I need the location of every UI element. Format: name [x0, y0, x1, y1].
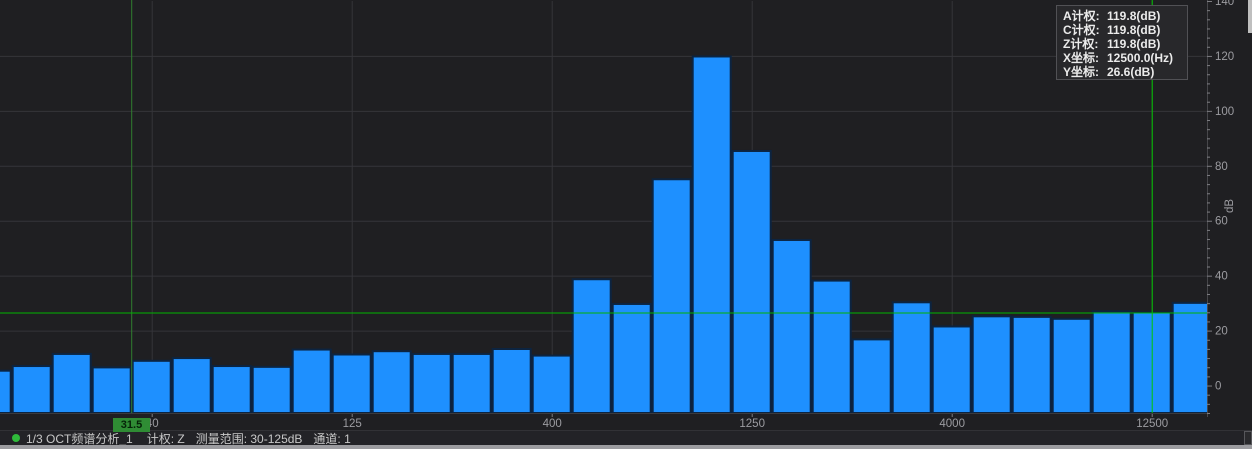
bar-800hz[interactable]	[653, 179, 691, 413]
bar-25hz[interactable]	[53, 354, 91, 413]
tooltip-row-x-coordinate: X坐标: 12500.0(Hz)	[1063, 51, 1187, 65]
tooltip-label: Y坐标:	[1063, 65, 1107, 79]
tooltip-row-z-weight: Z计权: 119.8(dB)	[1063, 37, 1187, 51]
bar-4000hz[interactable]	[933, 326, 971, 413]
tooltip-label: C计权:	[1063, 23, 1107, 37]
svg-text:80: 80	[1215, 161, 1228, 173]
bar-100hz[interactable]	[293, 350, 331, 413]
status-indicator-dot	[12, 434, 20, 442]
octave-spectrum-analyzer-window: 0 20 40 60 80 100 120 140 dB40 125 400 1250 4000 1250…	[0, 0, 1252, 449]
x-tick-label-400: 400	[543, 418, 562, 430]
cursor-readout-tooltip: A计权: 119.8(dB) C计权: 119.8(dB) Z计权: 119.8…	[1056, 5, 1188, 80]
bar-2000hz[interactable]	[813, 281, 851, 413]
bar-200hz[interactable]	[413, 354, 451, 413]
bar-250hz[interactable]	[453, 354, 491, 413]
bar-160hz[interactable]	[373, 351, 411, 413]
bar-6300hz[interactable]	[1013, 317, 1051, 413]
tooltip-row-c-weight: C计权: 119.8(dB)	[1063, 23, 1187, 37]
x-axis: 401254001250400012500	[146, 414, 1168, 430]
bar-500hz[interactable]	[573, 279, 611, 413]
bar-5000hz[interactable]	[973, 316, 1011, 413]
bar-1250hz[interactable]	[733, 151, 771, 413]
weighting-status: 计权: Z	[147, 430, 185, 447]
bar-50hz[interactable]	[173, 358, 211, 413]
range-status: 测量范围: 30-125dB	[196, 430, 303, 447]
svg-text:120: 120	[1215, 51, 1234, 63]
marker-frequency-badge[interactable]: 31.5	[113, 418, 150, 432]
bar-315hz[interactable]	[493, 349, 531, 413]
channel-status: 通道: 1	[313, 430, 350, 447]
bar-20hz[interactable]	[13, 366, 51, 413]
bar-125hz[interactable]	[333, 354, 371, 413]
svg-text:140: 140	[1215, 0, 1234, 8]
bar-3150hz[interactable]	[893, 302, 931, 413]
x-tick-label-125: 125	[343, 418, 362, 430]
bar-630hz[interactable]	[613, 304, 651, 413]
bar-1000hz[interactable]	[693, 56, 731, 413]
bar-63hz[interactable]	[213, 366, 251, 413]
tooltip-value: 12500.0(Hz)	[1107, 51, 1173, 65]
tooltip-row-a-weight: A计权: 119.8(dB)	[1063, 9, 1187, 23]
x-tick-label-12500: 12500	[1136, 418, 1168, 430]
svg-text:60: 60	[1215, 216, 1228, 228]
svg-text:20: 20	[1215, 326, 1228, 338]
tooltip-value: 26.6(dB)	[1107, 65, 1154, 79]
tooltip-value: 119.8(dB)	[1107, 9, 1160, 23]
bar-16hz[interactable]	[0, 371, 11, 413]
svg-text:40: 40	[1215, 271, 1228, 283]
x-tick-label-1250: 1250	[739, 418, 765, 430]
bar-8000hz[interactable]	[1053, 319, 1091, 413]
bottom-right-corner-box	[1244, 431, 1252, 445]
svg-text:100: 100	[1215, 106, 1234, 118]
tooltip-label: X坐标:	[1063, 51, 1107, 65]
tooltip-row-y-coordinate: Y坐标: 26.6(dB)	[1063, 65, 1187, 79]
bars[interactable]	[0, 56, 1211, 413]
bar-10000hz[interactable]	[1093, 311, 1131, 413]
window-bottom-edge	[0, 445, 1252, 449]
tooltip-value: 119.8(dB)	[1107, 37, 1160, 51]
bar-2500hz[interactable]	[853, 339, 891, 413]
measurement-title: 1/3 OCT频谱分析_1	[26, 430, 133, 447]
tooltip-value: 119.8(dB)	[1107, 23, 1160, 37]
status-bar: 1/3 OCT频谱分析_1 计权: Z 测量范围: 30-125dB 通道: 1	[0, 430, 1252, 445]
svg-text:0: 0	[1215, 381, 1221, 393]
y-axis: 0 20 40 60 80 100 120 140 dB	[1207, 0, 1236, 414]
bar-16000hz[interactable]	[1173, 303, 1211, 413]
tooltip-label: Z计权:	[1063, 37, 1107, 51]
vertical-scrollbar-thumb[interactable]	[1248, 0, 1252, 33]
bar-40hz[interactable]	[133, 361, 171, 413]
x-tick-label-4000: 4000	[939, 418, 965, 430]
y-axis-unit-label: dB	[1224, 199, 1236, 213]
tooltip-label: A计权:	[1063, 9, 1107, 23]
bar-80hz[interactable]	[253, 367, 291, 413]
bar-400hz[interactable]	[533, 356, 571, 413]
bar-1600hz[interactable]	[773, 240, 811, 413]
bar-31.5hz[interactable]	[93, 367, 131, 413]
